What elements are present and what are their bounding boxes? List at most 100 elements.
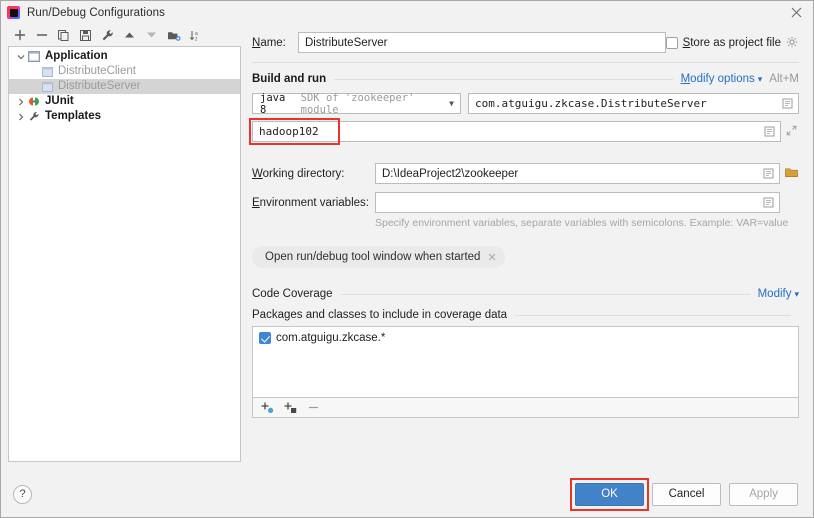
chevron-down-icon: ▼ [449, 99, 454, 108]
working-directory-input[interactable]: D:\IdeaProject2\zookeeper [375, 163, 780, 184]
arrow-down-icon[interactable] [144, 28, 159, 43]
store-as-project-file-label: Store as project file [682, 36, 781, 49]
option-chip-row: Open run/debug tool window when started … [252, 246, 799, 268]
jdk-module-dropdown[interactable]: java 8 SDK of 'zookeeper' module ▼ [252, 91, 461, 116]
minus-icon[interactable] [306, 401, 320, 415]
browse-icon[interactable] [762, 196, 775, 209]
dialog-buttons: OK Cancel Apply [570, 477, 798, 511]
browse-icon[interactable] [763, 125, 776, 138]
working-directory-value: D:\IdeaProject2\zookeeper [382, 167, 519, 180]
open-run-debug-tool-window-chip[interactable]: Open run/debug tool window when started … [252, 246, 505, 268]
code-coverage-modify-link[interactable]: Modify ▾ [758, 288, 799, 300]
copy-icon[interactable] [56, 28, 71, 43]
chevron-down-icon: ▾ [757, 74, 763, 84]
close-icon[interactable] [779, 1, 813, 24]
run-debug-configurations-dialog: Run/Debug Configurations a z Application… [0, 0, 814, 518]
chevron-right-icon[interactable] [14, 95, 27, 108]
folder-icon[interactable] [785, 167, 799, 180]
chevron-down-icon[interactable] [14, 50, 27, 63]
wrench-icon [27, 110, 41, 123]
add-class-icon[interactable] [283, 401, 297, 415]
coverage-packages-title: Packages and classes to include in cover… [252, 309, 508, 321]
cancel-button[interactable]: Cancel [652, 482, 721, 506]
minus-icon[interactable] [34, 28, 49, 43]
folder-add-icon[interactable] [166, 28, 181, 43]
browse-icon[interactable] [781, 97, 794, 110]
chevron-down-icon: ▾ [794, 289, 799, 299]
tree-item-label: Application [45, 49, 108, 62]
option-chip-label: Open run/debug tool window when started [265, 251, 481, 263]
program-arguments-value: hadoop102 [259, 125, 319, 138]
name-label: Name: [252, 36, 286, 49]
name-separator [252, 62, 799, 63]
expand-icon[interactable] [786, 125, 799, 138]
gear-icon[interactable] [786, 36, 799, 49]
configurations-toolbar: az [8, 24, 241, 46]
configurations-tree[interactable]: Application DistributeClient DistributeS… [8, 46, 241, 462]
working-directory-label: Working directory: [252, 167, 345, 180]
save-icon[interactable] [78, 28, 93, 43]
java-class-icon [40, 80, 54, 93]
help-icon[interactable]: ? [13, 484, 32, 504]
tree-item-distributeserver[interactable]: DistributeServer [9, 79, 240, 94]
name-row: Name: DistributeServer Store as project … [252, 32, 799, 53]
add-package-icon[interactable] [260, 401, 274, 415]
wrench-icon[interactable] [100, 28, 115, 43]
close-icon[interactable]: ✕ [487, 251, 496, 264]
plus-icon[interactable] [12, 28, 27, 43]
name-input[interactable]: DistributeServer [298, 32, 666, 53]
environment-variables-input[interactable] [375, 192, 780, 213]
dialog-body: az Application DistributeClient Distribu… [1, 24, 813, 471]
program-arguments-row: hadoop102 [249, 118, 799, 145]
browse-icon[interactable] [762, 167, 775, 180]
modify-options-shortcut: Alt+M [769, 73, 799, 85]
coverage-toolbar [252, 398, 799, 418]
store-as-project-file-checkbox[interactable] [665, 36, 678, 49]
coverage-pattern-checkbox[interactable] [259, 332, 271, 344]
section-divider [334, 78, 673, 80]
environment-variables-row: Environment variables: [252, 192, 799, 213]
jdk-module-text: SDK of 'zookeeper' module [300, 91, 415, 116]
tree-item-templates[interactable]: Templates [9, 109, 240, 124]
coverage-patterns-list[interactable]: com.atguigu.zkcase.* [252, 326, 799, 398]
dialog-footer: ? OK Cancel Apply [1, 471, 813, 517]
ok-button[interactable]: OK [575, 482, 644, 506]
apply-button[interactable]: Apply [729, 482, 798, 506]
code-coverage-title: Code Coverage [252, 288, 333, 300]
dialog-title: Run/Debug Configurations [27, 6, 165, 19]
environment-variables-label: Environment variables: [252, 196, 369, 209]
tree-item-label: Templates [45, 109, 102, 122]
main-class-input[interactable]: com.atguigu.zkcase.DistributeServer [468, 93, 799, 114]
configurations-panel: az Application DistributeClient Distribu… [1, 24, 247, 471]
ok-button-wrapper: OK [570, 477, 649, 511]
environment-variables-hint: Specify environment variables, separate … [375, 217, 789, 229]
build-and-run-header: Build and run Modify options ▾ Alt+M [252, 73, 799, 85]
arrow-up-icon[interactable] [122, 28, 137, 43]
name-input-value: DistributeServer [305, 36, 388, 49]
jdk-value: java 8 [260, 91, 286, 116]
chevron-right-icon[interactable] [14, 110, 27, 123]
tree-item-label: DistributeServer [58, 79, 141, 92]
tree-item-distributeclient[interactable]: DistributeClient [9, 64, 240, 79]
help-label: ? [19, 488, 26, 500]
store-as-project-file-row[interactable]: Store as project file [665, 36, 799, 49]
coverage-pattern-label: com.atguigu.zkcase.* [276, 332, 386, 344]
main-class-value: com.atguigu.zkcase.DistributeServer [475, 97, 707, 110]
build-and-run-title: Build and run [252, 73, 327, 85]
modify-options-link[interactable]: Modify options ▾ [681, 73, 763, 85]
section-divider [515, 314, 791, 316]
tree-item-junit[interactable]: JUnit [9, 94, 240, 109]
program-arguments-field[interactable]: hadoop102 [252, 121, 781, 142]
title-bar: Run/Debug Configurations [1, 1, 813, 24]
sort-alpha-icon[interactable]: az [188, 28, 203, 43]
build-run-row: java 8 SDK of 'zookeeper' module ▼ com.a… [252, 91, 799, 116]
application-icon [27, 50, 41, 63]
configuration-editor-panel: Name: DistributeServer Store as project … [247, 24, 813, 471]
section-divider [340, 293, 750, 295]
svg-text:z: z [195, 36, 198, 42]
junit-icon [27, 95, 41, 108]
coverage-packages-header: Packages and classes to include in cover… [252, 309, 799, 321]
java-class-icon [40, 65, 54, 78]
tree-item-application[interactable]: Application [9, 49, 240, 64]
coverage-pattern-row[interactable]: com.atguigu.zkcase.* [259, 332, 798, 344]
